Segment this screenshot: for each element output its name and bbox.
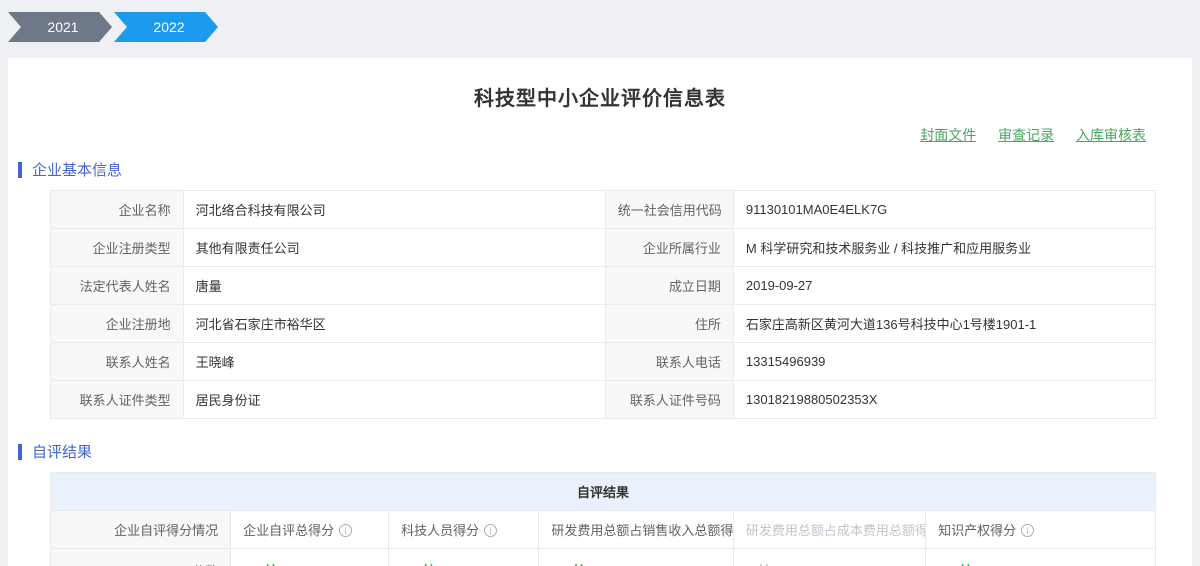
column-header-label: 研发费用总额占销售收入总额得分 (551, 523, 733, 538)
table-row: 联系人姓名 王晓峰 联系人电话 13315496939 (51, 343, 1156, 381)
field-value: 91130101MA0E4ELK7G (733, 191, 1155, 229)
column-header-label: 知识产权得分 (938, 523, 1016, 538)
field-value: 唐量 (183, 267, 605, 305)
review-record-link[interactable]: 审查记录 (998, 127, 1054, 143)
self-eval-table: 自评结果 企业自评得分情况 企业自评总得分 i 科技人员得分 i 研发费用总额占销售… (50, 472, 1156, 566)
table-row: 企业注册地 河北省石家庄市裕华区 住所 石家庄高新区黄河大道136号科技中心1号… (51, 305, 1156, 343)
score-cell: 16分 (389, 549, 539, 566)
tab-year-2021[interactable]: 2021 (8, 12, 112, 42)
section-accent-bar (18, 444, 22, 460)
basic-info-table: 企业名称 河北络合科技有限公司 统一社会信用代码 91130101MA0E4EL… (50, 190, 1156, 419)
field-label: 企业所属行业 (605, 229, 733, 267)
cover-file-link[interactable]: 封面文件 (920, 127, 976, 143)
warehouse-audit-link[interactable]: 入库审核表 (1076, 127, 1146, 143)
field-label: 企业注册类型 (51, 229, 184, 267)
self-eval-section-title: 自评结果 (32, 441, 92, 462)
field-label: 成立日期 (605, 267, 733, 305)
table-row: 分数 90分 16分 50分 0分 24分（一类知识产权0 二类知识产权8） (51, 549, 1156, 566)
column-header-label: 企业自评总得分 (243, 523, 334, 538)
field-value: 居民身份证 (183, 381, 605, 419)
field-value: 2019-09-27 (733, 267, 1155, 305)
field-value: M 科学研究和技术服务业 / 科技推广和应用服务业 (733, 229, 1155, 267)
info-icon[interactable]: i (1021, 524, 1034, 537)
score-row-label: 分数 (51, 549, 231, 566)
table-row: 企业注册类型 其他有限责任公司 企业所属行业 M 科学研究和技术服务业 / 科技… (51, 229, 1156, 267)
column-header: 知识产权得分 i (926, 511, 1156, 549)
score-cell: 90分 (231, 549, 389, 566)
table-row: 企业自评得分情况 企业自评总得分 i 科技人员得分 i 研发费用总额占销售收入总额得… (51, 511, 1156, 549)
main-card: 科技型中小企业评价信息表 封面文件 审查记录 入库审核表 企业基本信息 企业名称… (8, 58, 1192, 566)
field-value: 王晓峰 (183, 343, 605, 381)
self-eval-section-header: 自评结果 (18, 441, 1192, 462)
column-header: 科技人员得分 i (389, 511, 539, 549)
field-label: 联系人证件号码 (605, 381, 733, 419)
field-label: 联系人姓名 (51, 343, 184, 381)
column-header-label: 科技人员得分 (401, 523, 479, 538)
document-links: 封面文件 审查记录 入库审核表 (8, 111, 1192, 147)
field-label: 联系人电话 (605, 343, 733, 381)
score-situation-label: 企业自评得分情况 (51, 511, 231, 549)
column-header-label: 研发费用总额占成本费用总额得分 (746, 523, 926, 538)
field-label: 企业名称 (51, 191, 184, 229)
basic-info-section-header: 企业基本信息 (18, 159, 1192, 180)
table-row: 联系人证件类型 居民身份证 联系人证件号码 13018219880502353X (51, 381, 1156, 419)
info-icon[interactable]: i (484, 524, 497, 537)
info-icon[interactable]: i (339, 524, 352, 537)
tab-year-2022[interactable]: 2022 (114, 12, 218, 42)
field-value: 13018219880502353X (733, 381, 1155, 419)
column-header-disabled: 研发费用总额占成本费用总额得分 (733, 511, 925, 549)
field-value: 13315496939 (733, 343, 1155, 381)
score-cell: 0分 (733, 549, 925, 566)
basic-info-section-title: 企业基本信息 (32, 159, 122, 180)
field-label: 联系人证件类型 (51, 381, 184, 419)
field-value: 河北络合科技有限公司 (183, 191, 605, 229)
field-label: 法定代表人姓名 (51, 267, 184, 305)
field-label: 住所 (605, 305, 733, 343)
table-row: 法定代表人姓名 唐量 成立日期 2019-09-27 (51, 267, 1156, 305)
section-accent-bar (18, 162, 22, 178)
field-label: 统一社会信用代码 (605, 191, 733, 229)
score-cell: 50分 (539, 549, 733, 566)
column-header: 企业自评总得分 i (231, 511, 389, 549)
self-eval-table-title: 自评结果 (51, 473, 1156, 511)
page-title: 科技型中小企业评价信息表 (8, 58, 1192, 111)
field-value: 石家庄高新区黄河大道136号科技中心1号楼1901-1 (733, 305, 1155, 343)
table-row: 自评结果 (51, 473, 1156, 511)
field-label: 企业注册地 (51, 305, 184, 343)
score-cell: 24分（一类知识产权0 二类知识产权8） (926, 549, 1156, 566)
field-value: 其他有限责任公司 (183, 229, 605, 267)
field-value: 河北省石家庄市裕华区 (183, 305, 605, 343)
table-row: 企业名称 河北络合科技有限公司 统一社会信用代码 91130101MA0E4EL… (51, 191, 1156, 229)
year-tabbar: 2021 2022 (0, 0, 1200, 42)
column-header: 研发费用总额占销售收入总额得分 (539, 511, 733, 549)
